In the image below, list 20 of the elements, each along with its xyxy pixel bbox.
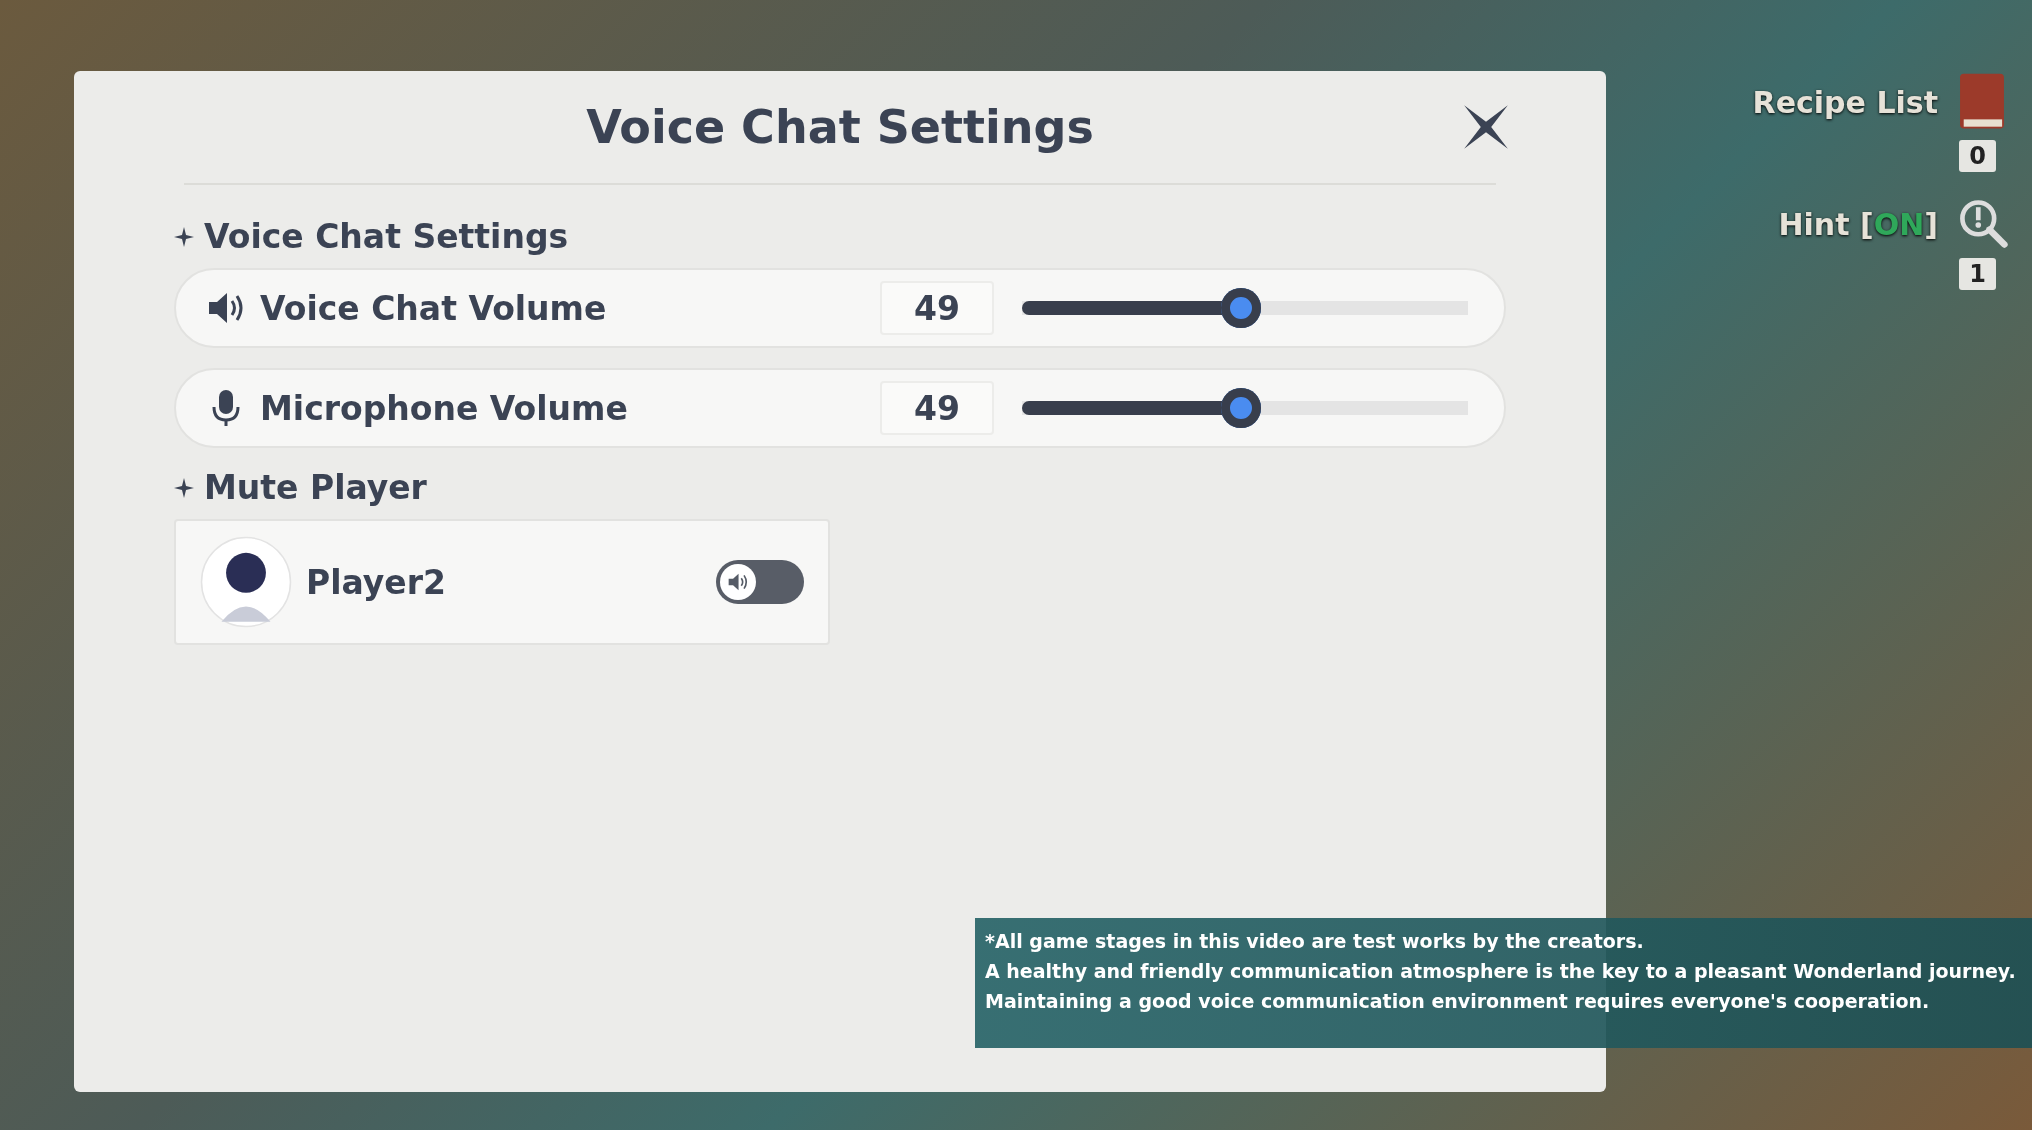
mute-toggle[interactable] <box>716 560 804 604</box>
caption-line: *All game stages in this video are test works by the creators. <box>985 929 1645 954</box>
hint-toggle[interactable]: Hint [ON] <box>1778 206 1938 242</box>
speaker-icon <box>727 571 749 593</box>
player-name: Player2 <box>306 562 447 602</box>
recipe-count: 0 <box>1959 140 1996 172</box>
sparkle-icon <box>174 477 194 498</box>
slider-label: Voice Chat Volume <box>260 288 608 328</box>
caption-line: Maintaining a good voice communication environment requires everyone's cooperation. <box>985 989 1931 1014</box>
hint-count: 1 <box>1959 258 1996 290</box>
volume-value[interactable]: 49 <box>880 281 994 335</box>
caption-line: A healthy and friendly communication atmosphere is the key to a pleasant Wonderland journey. <box>985 959 2017 984</box>
volume-value[interactable]: 49 <box>880 381 994 435</box>
avatar-icon <box>200 536 292 628</box>
recipe-list-label[interactable]: Recipe List <box>1752 84 1938 120</box>
section-heading: Mute Player <box>204 468 427 507</box>
dialog-title: Voice Chat Settings <box>586 100 1094 154</box>
slider-label: Microphone Volume <box>260 388 629 428</box>
sparkle-icon <box>174 226 194 247</box>
section-heading: Voice Chat Settings <box>204 217 569 256</box>
